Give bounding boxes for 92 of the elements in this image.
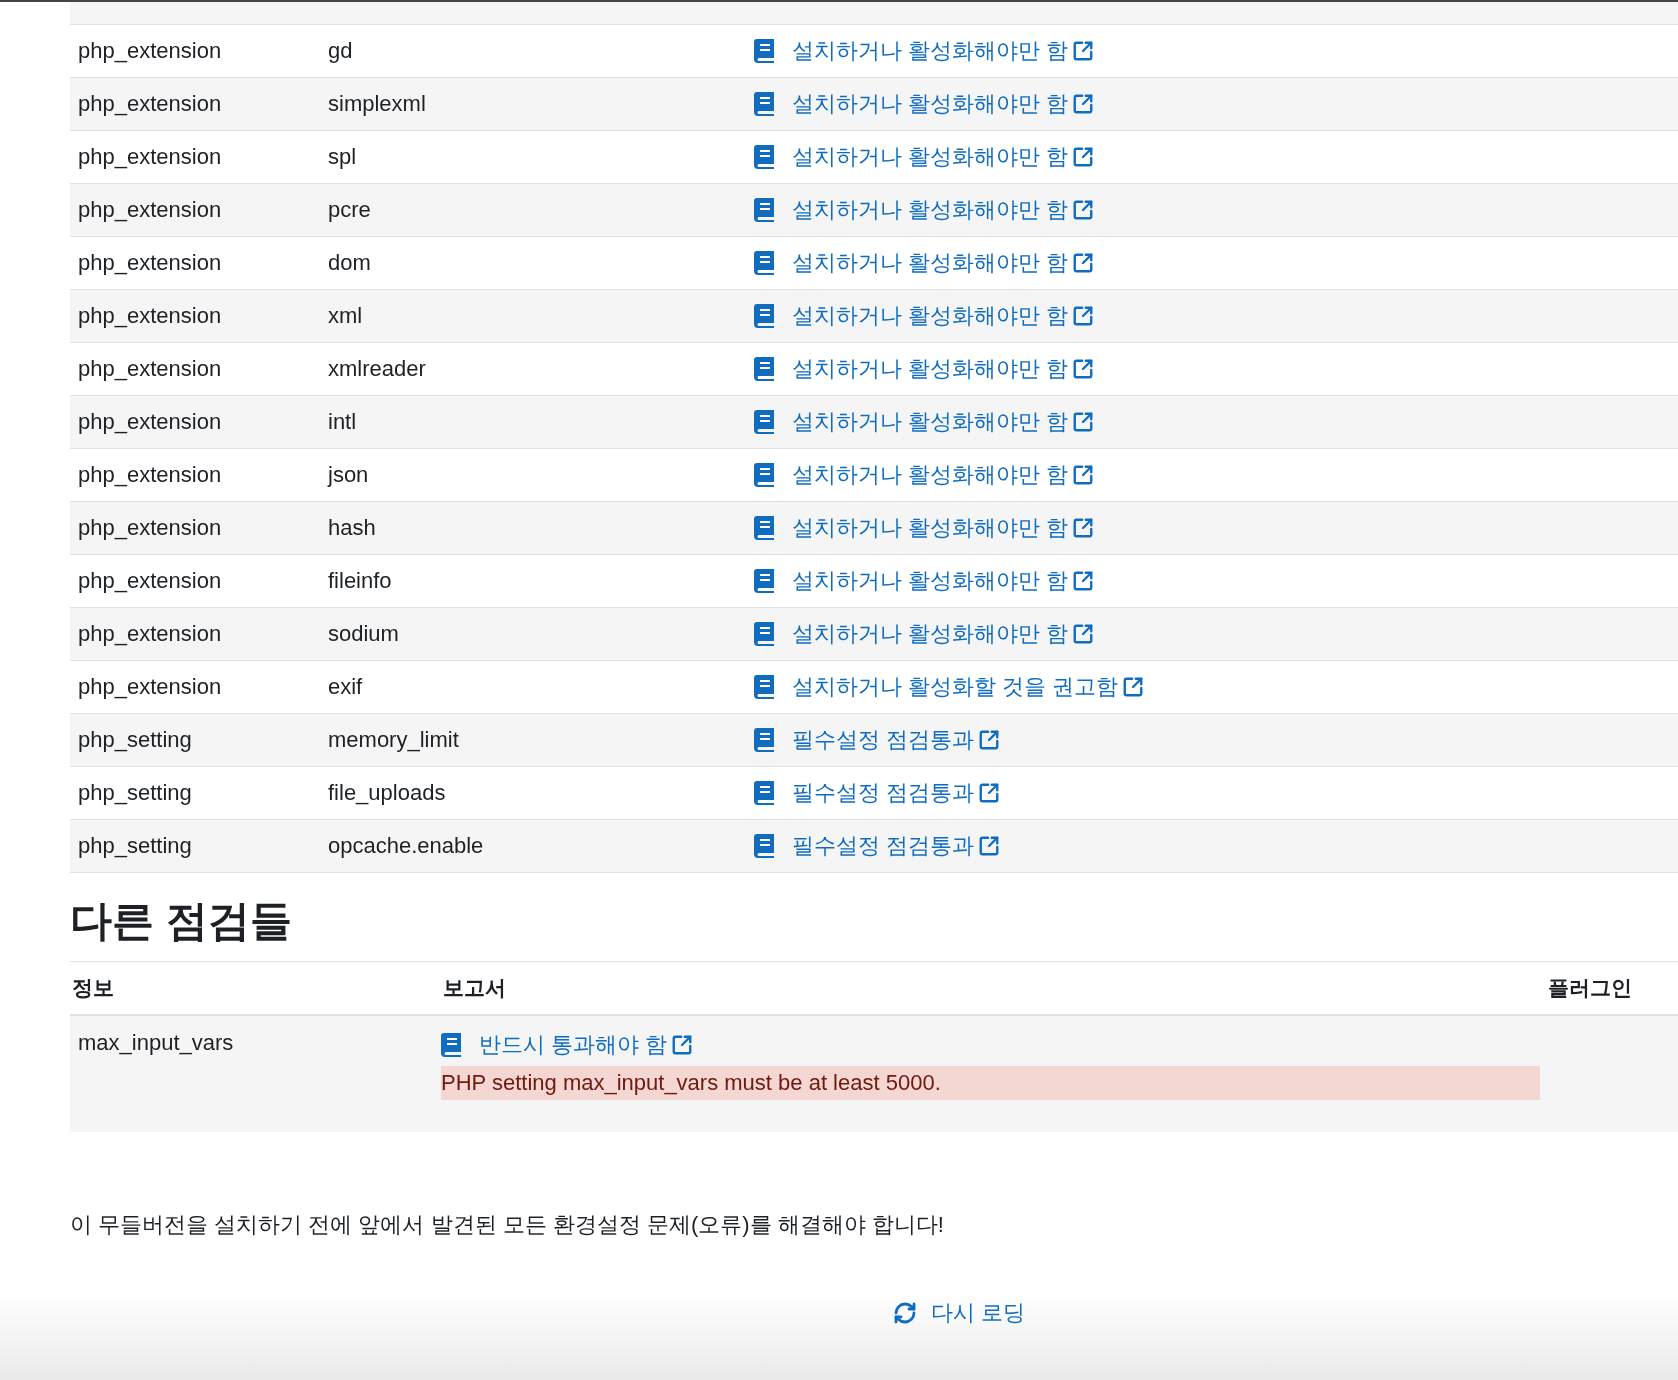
book-icon xyxy=(754,410,776,434)
refresh-icon xyxy=(892,1301,917,1325)
report-link[interactable]: 필수설정 점검통과 xyxy=(792,778,1001,808)
table-cell-text: max_input_vars xyxy=(78,1030,235,1057)
report-link[interactable]: 설치하거나 활성화해야만 함 xyxy=(792,195,1095,225)
report-link[interactable]: 설치하거나 활성화해야만 함 xyxy=(792,142,1095,172)
external-link-icon xyxy=(1072,464,1095,486)
table-cell-text: php_extension xyxy=(78,409,223,435)
table-cell-text: php_extension xyxy=(78,674,223,700)
table-cell-text: php_extension xyxy=(78,303,223,329)
book-icon xyxy=(754,39,776,63)
report-link[interactable]: 반드시 통과해야 함 xyxy=(479,1030,694,1060)
external-link-icon xyxy=(1072,305,1095,327)
external-link-icon xyxy=(1072,93,1095,115)
external-link-icon xyxy=(1122,676,1145,698)
notice-text: 이 무들버전을 설치하기 전에 앞에서 발견된 모든 환경설정 문제(오류)를 해결해야 합니다! xyxy=(70,1211,945,1239)
table-cell-text: gd xyxy=(328,38,354,64)
report-link[interactable]: 설치하거나 활성화해야만 함 xyxy=(792,354,1095,384)
table-cell-text: php_extension xyxy=(78,197,223,223)
report-link[interactable]: 설치하거나 활성화해야만 함 xyxy=(792,89,1095,119)
report-link[interactable]: 설치하거나 활성화해야만 함 xyxy=(792,566,1095,596)
external-link-icon xyxy=(1072,358,1095,380)
report-link[interactable]: 설치하거나 활성화해야만 함 xyxy=(792,619,1095,649)
section-heading: 다른 점검들 xyxy=(70,896,293,946)
reload-button[interactable]: 다시 로딩 xyxy=(884,1294,1034,1332)
table-cell-text: xml xyxy=(328,303,364,329)
table-cell-text: php_extension xyxy=(78,38,223,64)
table-cell-text: pcre xyxy=(328,197,372,223)
table-cell-text: php_extension xyxy=(78,515,223,541)
report-link[interactable]: 설치하거나 활성화해야만 함 xyxy=(792,407,1095,437)
book-icon xyxy=(754,304,776,328)
error-alert: PHP setting max_input_vars must be at least 5000. xyxy=(441,1066,1540,1100)
report-link[interactable]: 설치하거나 활성화해야만 함 xyxy=(792,513,1095,543)
table-cell-text: php_extension xyxy=(78,462,223,488)
book-icon xyxy=(754,781,776,805)
book-icon xyxy=(754,251,776,275)
table-cell-text: php_extension xyxy=(78,91,223,117)
column-header: 보고서 xyxy=(443,975,507,1001)
table-cell-text: fileinfo xyxy=(328,568,393,594)
table-cell-text: php_extension xyxy=(78,144,223,170)
book-icon xyxy=(754,357,776,381)
external-link-icon xyxy=(1072,570,1095,592)
book-icon xyxy=(754,834,776,858)
table-cell-text: sodium xyxy=(328,621,400,647)
table-cell-text: file_uploads xyxy=(328,780,447,806)
table-cell-text: opcache.enable xyxy=(328,833,485,859)
book-icon xyxy=(754,463,776,487)
external-link-icon xyxy=(1072,252,1095,274)
book-icon xyxy=(754,198,776,222)
book-icon xyxy=(754,675,776,699)
report-link[interactable]: 설치하거나 활성화해야만 함 xyxy=(792,301,1095,331)
report-link[interactable]: 설치하거나 활성화할 것을 권고함 xyxy=(792,672,1145,702)
external-link-icon xyxy=(978,835,1001,857)
table-cell-text: memory_limit xyxy=(328,727,460,753)
table-cell-text: simplexml xyxy=(328,91,427,117)
table-cell-text: hash xyxy=(328,515,377,541)
book-icon xyxy=(754,569,776,593)
external-link-icon xyxy=(978,729,1001,751)
book-icon xyxy=(441,1033,463,1057)
book-icon xyxy=(754,728,776,752)
table-cell-text: php_extension xyxy=(78,621,223,647)
table-cell-text: json xyxy=(328,462,370,488)
external-link-icon xyxy=(1072,623,1095,645)
report-link[interactable]: 필수설정 점검통과 xyxy=(792,831,1001,861)
table-cell-text: php_setting xyxy=(78,833,193,859)
table-cell-text: spl xyxy=(328,144,358,170)
table-cell-text: php_extension xyxy=(78,250,223,276)
book-icon xyxy=(754,622,776,646)
report-link[interactable]: 설치하거나 활성화해야만 함 xyxy=(792,248,1095,278)
external-link-icon xyxy=(978,782,1001,804)
external-link-icon xyxy=(1072,199,1095,221)
book-icon xyxy=(754,92,776,116)
report-link[interactable]: 필수설정 점검통과 xyxy=(792,725,1001,755)
column-header: 플러그인 xyxy=(1548,975,1633,1001)
table-cell-text: php_setting xyxy=(78,780,193,806)
table-cell-text: php_extension xyxy=(78,568,223,594)
table-cell-text: xmlreader xyxy=(328,356,427,382)
table-cell-text: intl xyxy=(328,409,358,435)
table-cell-text: dom xyxy=(328,250,372,276)
report-link[interactable]: 설치하거나 활성화해야만 함 xyxy=(792,460,1095,490)
book-icon xyxy=(754,145,776,169)
external-link-icon xyxy=(1072,411,1095,433)
table-cell-text: exif xyxy=(328,674,364,700)
column-header: 정보 xyxy=(72,975,115,1001)
external-link-icon xyxy=(1072,40,1095,62)
table-cell-text: php_extension xyxy=(78,356,223,382)
table-cell-text: php_setting xyxy=(78,727,193,753)
external-link-icon xyxy=(1072,146,1095,168)
report-link[interactable]: 설치하거나 활성화해야만 함 xyxy=(792,36,1095,66)
book-icon xyxy=(754,516,776,540)
external-link-icon xyxy=(671,1034,694,1056)
external-link-icon xyxy=(1072,517,1095,539)
